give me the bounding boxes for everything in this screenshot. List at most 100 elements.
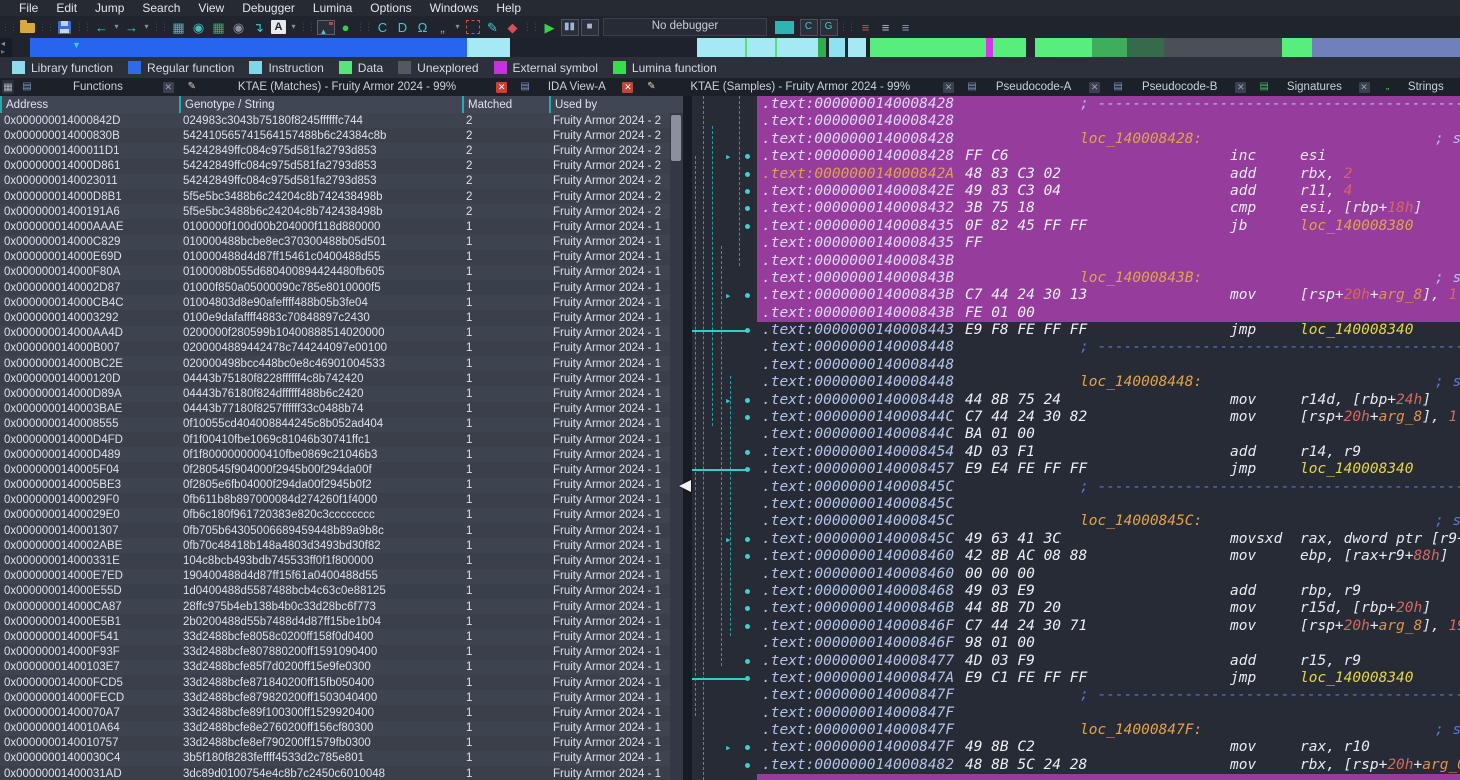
table-row[interactable]: 0x00000001400029F00fb611b8b897000084d274…: [0, 493, 670, 508]
disasm-line[interactable]: .text:000000014000842E49 83 C3 04addr11,…: [692, 183, 1460, 200]
table-row[interactable]: 0x000000014000F80A0100008b055d6804008944…: [0, 265, 670, 280]
table-row[interactable]: 0x000000014000D4890f1f8000000000410fbe08…: [0, 447, 670, 462]
table-row[interactable]: 0x000000014000FECD33d2488bcfe879820200ff…: [0, 690, 670, 705]
disasm-line[interactable]: .text:000000014000846042 8B AC 08 88move…: [692, 548, 1460, 565]
table-row[interactable]: 0x0000000140005F040f280545f904000f2945b0…: [0, 462, 670, 477]
lumina-g-icon[interactable]: G: [819, 18, 838, 37]
create-function-icon[interactable]: C: [373, 18, 392, 37]
breakpoints-icon[interactable]: ◉: [189, 18, 208, 37]
navband-next-icon[interactable]: ▸: [1, 47, 5, 56]
disasm-line[interactable]: .text:0000000140008428; ----------------…: [692, 96, 1460, 113]
tab-signatures[interactable]: ▤Signatures✕: [1253, 78, 1374, 96]
selection-box-icon[interactable]: [463, 18, 482, 37]
table-scrollbar-thumb[interactable]: [671, 115, 681, 161]
record-icon[interactable]: ●: [336, 18, 355, 37]
disasm-line[interactable]: .text:000000014000848248 8B 5C 24 28movr…: [692, 757, 1460, 774]
table-row[interactable]: 0x0000000140010A6433d2488bcfe8e2760200ff…: [0, 721, 670, 736]
table-row[interactable]: 0x000000014000D4FD0f1f00410fbe1069c81046…: [0, 432, 670, 447]
table-row[interactable]: 0x000000014000CA8728ffc975b4eb138b4b0c33…: [0, 599, 670, 614]
disasm-line[interactable]: .text:000000014000845C: [692, 496, 1460, 513]
table-row[interactable]: 0x00000001400103E733d2488bcfe85f7d0200ff…: [0, 660, 670, 675]
disasm-line[interactable]: .text:000000014000843BFE 01 00: [692, 305, 1460, 322]
run-icon[interactable]: ▶: [540, 18, 559, 37]
table-row[interactable]: 0x00000001400011D154242849ffc084c975d581…: [0, 143, 670, 158]
disasm-line[interactable]: .text:000000014000842A48 83 C3 02addrbx,…: [692, 166, 1460, 183]
edit-pencil-icon[interactable]: ✎: [483, 18, 502, 37]
menu-options[interactable]: Options: [361, 0, 420, 16]
disasm-line[interactable]: .text:000000014000844CC7 44 24 30 82mov[…: [692, 409, 1460, 426]
lumina-c-icon[interactable]: C: [799, 18, 818, 37]
table-row[interactable]: 0x0000000140003BAE04443b77180f8257ffffff…: [0, 402, 670, 417]
nav-back-icon[interactable]: ←: [92, 18, 111, 37]
table-row[interactable]: 0x000000014000BC2E020000498bcc448bc0e8c4…: [0, 356, 670, 371]
column-header-genotype-string[interactable]: Genotype / String: [179, 96, 462, 113]
table-row[interactable]: 0x00000001400030C43b5f180f8283feffff4533…: [0, 751, 670, 766]
table-row[interactable]: 0x000000014000CB4C01004803d8e90afeffff48…: [0, 295, 670, 310]
disasm-line[interactable]: .text:00000001400084350F 82 45 FF FFjblo…: [692, 218, 1460, 235]
tab-close-icon[interactable]: ✕: [163, 82, 174, 93]
disasm-line[interactable]: .text:000000014000847F: [692, 705, 1460, 722]
disasm-line[interactable]: .text:0000000140008448: [692, 357, 1460, 374]
jump-icon[interactable]: ↴: [249, 18, 268, 37]
table-row[interactable]: 0x000000014000331E104c8bcb493bdb745533ff…: [0, 553, 670, 568]
disasm-line[interactable]: .text:000000014000843BC7 44 24 30 13mov[…: [692, 287, 1460, 304]
dropdown-caret-icon[interactable]: ▾: [453, 18, 462, 37]
disasm-line[interactable]: .text:00000001400084774D 03 F9addr15, r9: [692, 653, 1460, 670]
tab-close-icon[interactable]: ✕: [1235, 82, 1246, 93]
table-row[interactable]: 0x00000001400191A65f5e5bc3488b6c24204c8b…: [0, 204, 670, 219]
disasm-line[interactable]: .text:000000014000847F49 8B C2movrax, r1…: [692, 739, 1460, 756]
disasm-line[interactable]: .text:000000014000846000 00 00: [692, 566, 1460, 583]
menu-help[interactable]: Help: [487, 0, 530, 16]
table-row[interactable]: 0x000000014000E5B12b0200488d55b7488d4d87…: [0, 614, 670, 629]
table-row[interactable]: 0x000000014000E69D010000488d4d87ff15461c…: [0, 250, 670, 265]
menu-windows[interactable]: Windows: [421, 0, 488, 16]
disasm-line[interactable]: .text:0000000140008435FF: [692, 235, 1460, 252]
table-row[interactable]: 0x0000000140005BE30f2805e6fb04000f294da0…: [0, 478, 670, 493]
disasm-line[interactable]: .text:000000014000843Bloc_14000843B:; s: [692, 270, 1460, 287]
navigation-band[interactable]: ◂ ▸ ▼: [0, 38, 1460, 57]
disasm-line[interactable]: .text:000000014000847F; ----------------…: [692, 687, 1460, 704]
disasm-line[interactable]: .text:0000000140008448loc_140008448:; s: [692, 374, 1460, 391]
menu-jump[interactable]: Jump: [86, 0, 133, 16]
open-file-icon[interactable]: [18, 18, 37, 37]
disasm-line[interactable]: .text:000000014000844CBA 01 00: [692, 426, 1460, 443]
table-row[interactable]: 0x000000014000842D024983c3043b75180f8245…: [0, 113, 670, 128]
disasm-line[interactable]: .text:000000014000847AE9 C1 FE FF FFjmpl…: [692, 670, 1460, 687]
column-header-matched[interactable]: Matched: [462, 96, 549, 113]
dropdown-caret-icon[interactable]: ▾: [289, 18, 298, 37]
nav-forward-caret-icon[interactable]: ▾: [142, 18, 151, 37]
disasm-line[interactable]: .text:000000014000845C49 63 41 3Cmovsxdr…: [692, 531, 1460, 548]
table-row[interactable]: 0x00000001400031AD3dc89d0100754e4c8b7c24…: [0, 766, 670, 780]
pause-icon[interactable]: ▮▮: [560, 18, 579, 37]
menu-view[interactable]: View: [189, 0, 233, 16]
disasm-line[interactable]: .text:000000014000844844 8B 75 24movr14d…: [692, 392, 1460, 409]
column-header-used-by[interactable]: Used by: [549, 96, 668, 113]
table-row[interactable]: 0x000000014000D8B15f5e5bc3488b6c24204c8b…: [0, 189, 670, 204]
disasm-line[interactable]: .text:000000014000846F98 01 00: [692, 635, 1460, 652]
table-scrollbar[interactable]: [670, 113, 683, 780]
disasm-line[interactable]: .text:000000014000843B: [692, 253, 1460, 270]
table-row[interactable]: 0x000000014002301154242849ffc084c975d581…: [0, 174, 670, 189]
table-row[interactable]: 0x00000001400085550f10055cd404008844245c…: [0, 417, 670, 432]
table-row[interactable]: 0x000000014000B0070200004889442478c74424…: [0, 341, 670, 356]
table-row[interactable]: 0x0000000140002D8701000f850a05000090c785…: [0, 280, 670, 295]
menu-file[interactable]: File: [10, 0, 47, 16]
tab-pseudocode-a[interactable]: ▤Pseudocode-A✕: [961, 78, 1105, 96]
create-loop-icon[interactable]: Ω: [413, 18, 432, 37]
table-row[interactable]: 0x000000014000E55D1d0400488d5587488bcb4c…: [0, 584, 670, 599]
create-data-icon[interactable]: D: [393, 18, 412, 37]
disasm-line[interactable]: .text:0000000140008428loc_140008428:; s: [692, 131, 1460, 148]
table-row[interactable]: 0x000000014000AAAE0100000f100d00b204000f…: [0, 219, 670, 234]
table-row[interactable]: 0x000000014000F54133d2488bcfe8058c0200ff…: [0, 629, 670, 644]
disasm-line[interactable]: .text:000000014000845C; ----------------…: [692, 479, 1460, 496]
disasm-line[interactable]: .text:000000014000845Cloc_14000845C:; s: [692, 513, 1460, 530]
problems-list-icon[interactable]: ≡: [856, 18, 875, 37]
table-row[interactable]: 0x000000014000FCD533d2488bcfe871840200ff…: [0, 675, 670, 690]
table-row[interactable]: 0x000000014000D86154242849ffc084c975d581…: [0, 159, 670, 174]
tab-close-icon[interactable]: ✕: [943, 82, 954, 93]
tab-close-icon[interactable]: ✕: [622, 82, 633, 93]
table-row[interactable]: 0x00000001400029E00fb6c180f961720383e820…: [0, 508, 670, 523]
indent-list-icon[interactable]: ≡: [896, 18, 915, 37]
table-row[interactable]: 0x000000014000830B542410565741564157488b…: [0, 128, 670, 143]
tab-ktae-samples-fruity-armor-2024-99[interactable]: ✎KTAE (Samples) - Fruity Armor 2024 - 99…: [640, 78, 959, 96]
